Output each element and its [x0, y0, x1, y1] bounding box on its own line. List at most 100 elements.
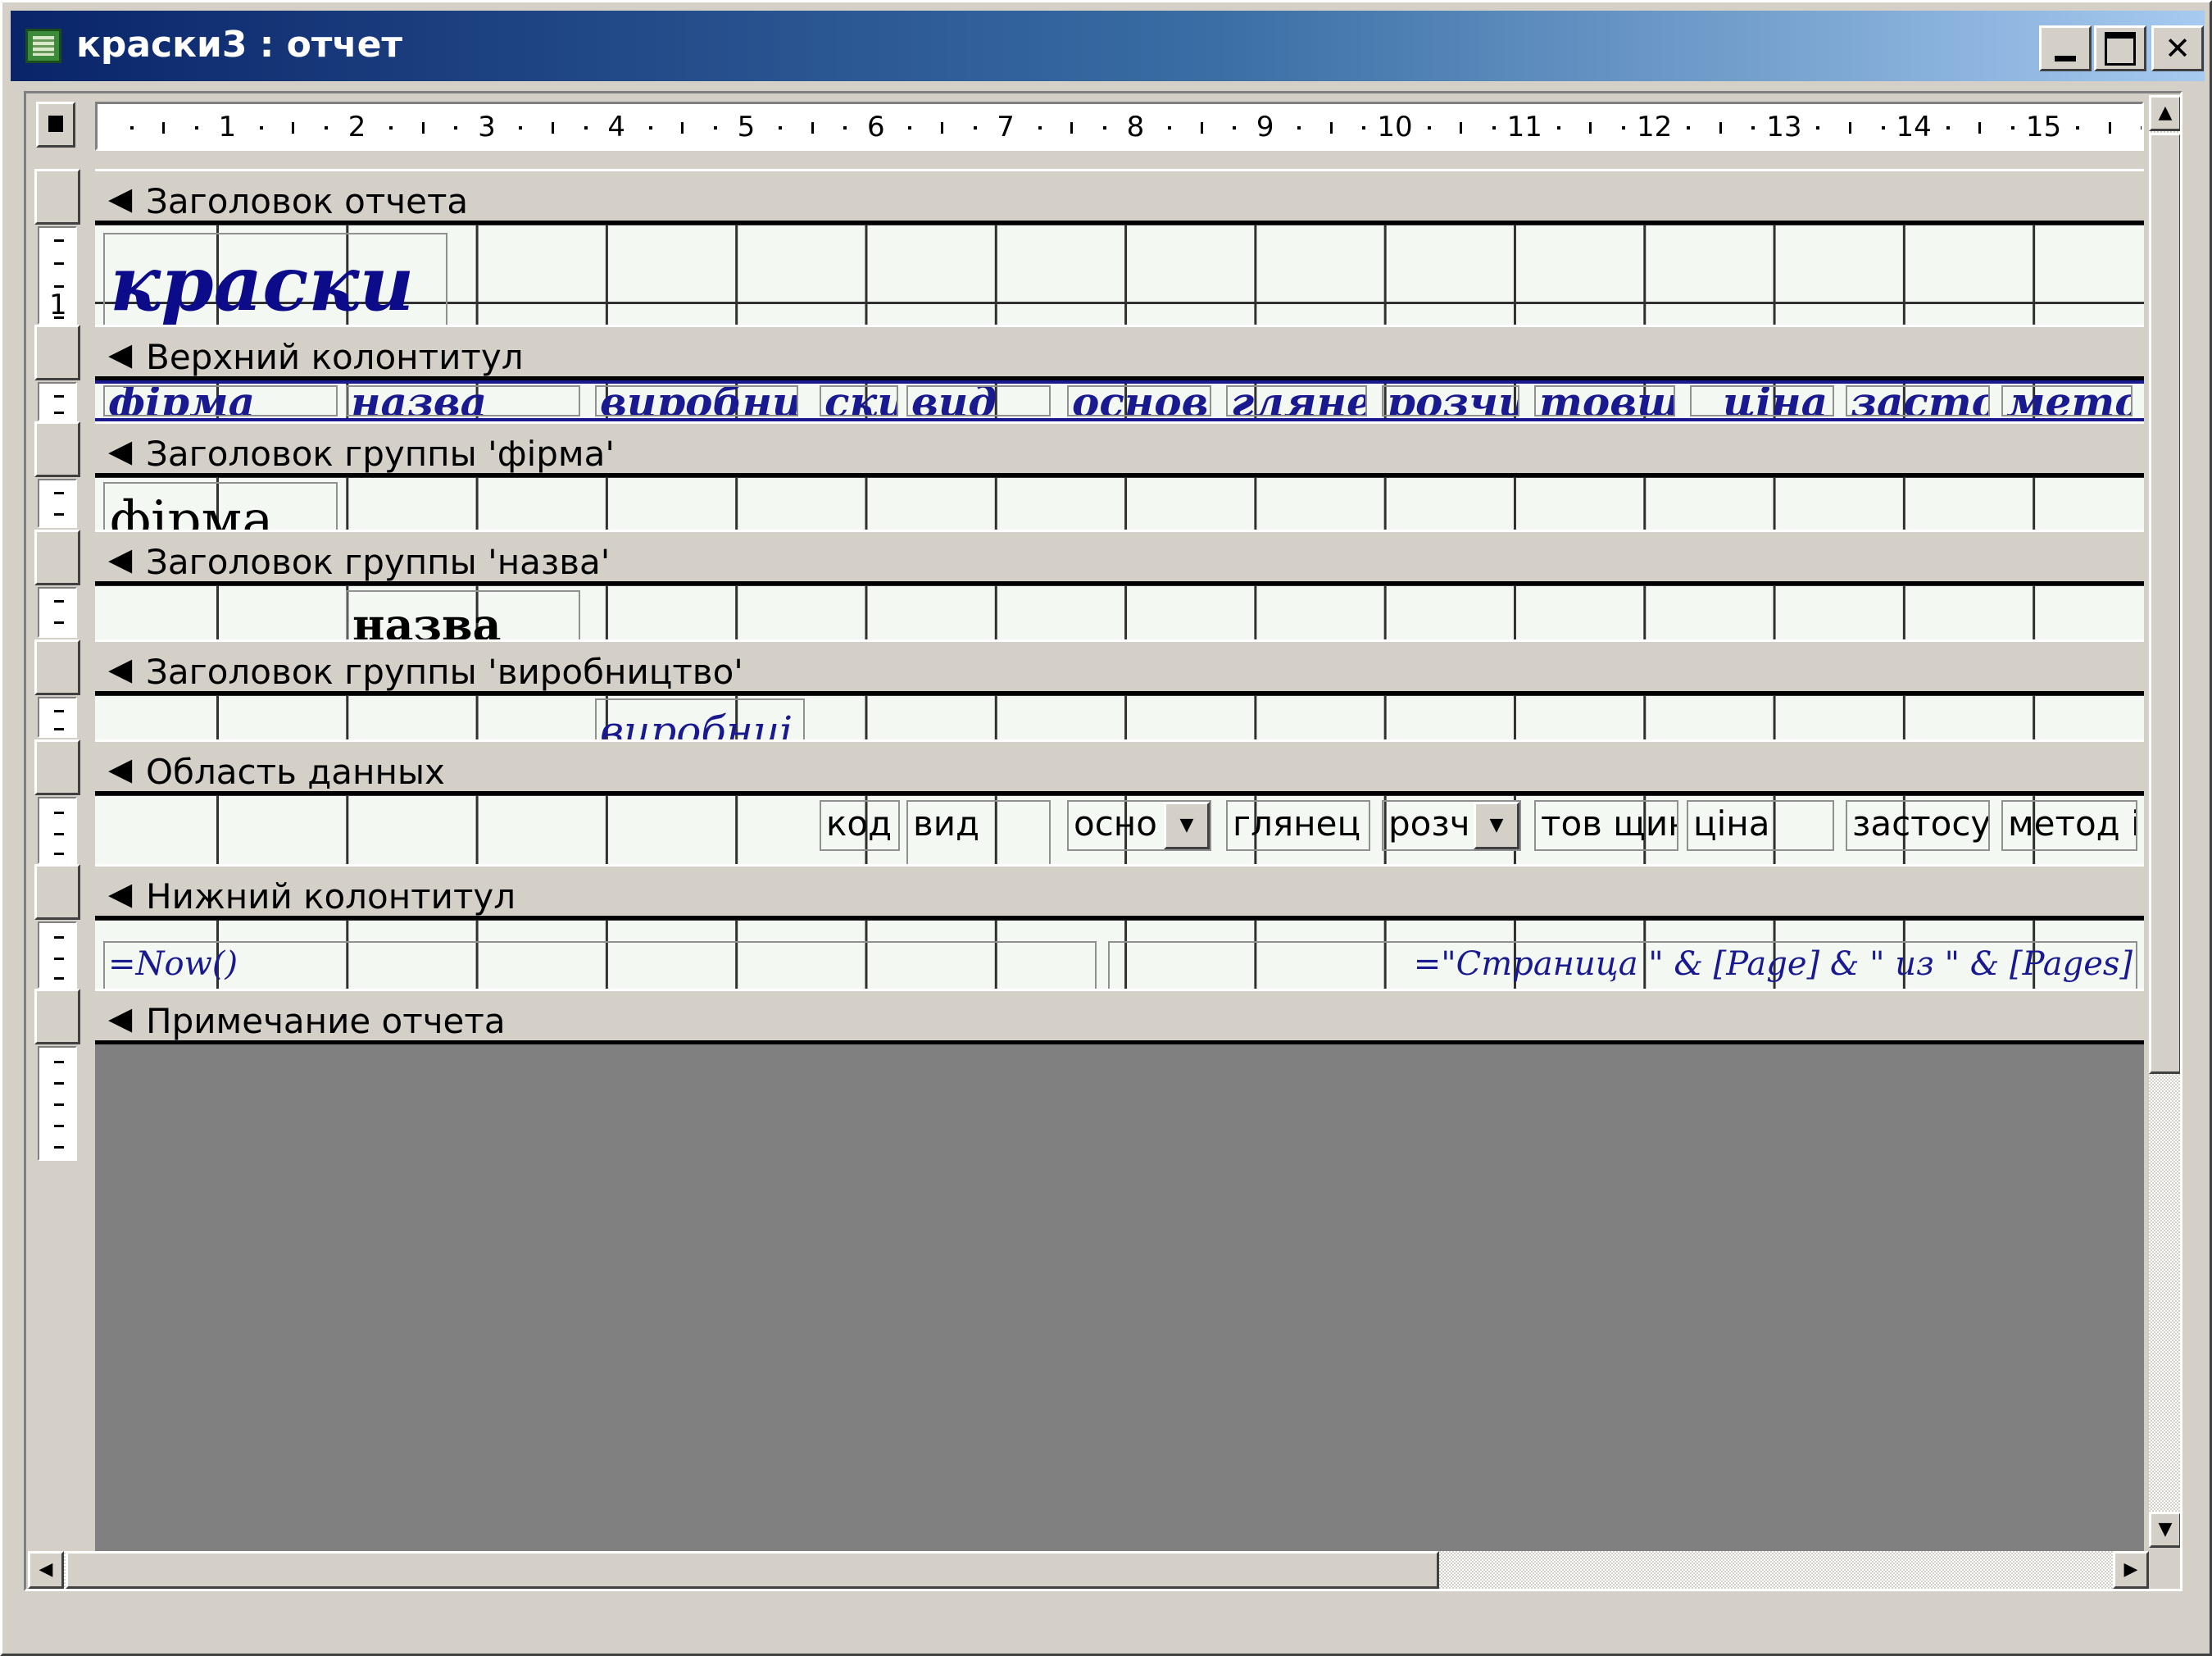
dropdown-arrow-icon[interactable]: ▼	[1474, 802, 1519, 849]
band-group-vyrobnytstvo[interactable]: ◀ Заголовок группы 'виробництво'	[95, 639, 2144, 695]
close-button[interactable]: ✕	[2151, 25, 2204, 71]
ruler-half-tick	[1200, 122, 1203, 134]
header-label-rozchynnyk[interactable]: розчи	[1382, 385, 1519, 416]
band-page-footer[interactable]: ◀ Нижний колонтитул	[95, 864, 2144, 920]
header-label-vyd[interactable]: вид	[906, 385, 1051, 416]
detail-area[interactable]: код вид осно ▼ глянец розч ▼ тов щин цін…	[95, 795, 2144, 876]
band-label: Верхний колонтитул	[146, 337, 524, 377]
band-page-header[interactable]: ◀ Верхний колонтитул	[95, 325, 2144, 380]
ruler-tick	[129, 126, 134, 130]
page-footer-area[interactable]: =Now() ="Страница " & [Page] & " из " & …	[95, 920, 2144, 990]
report-selector[interactable]	[36, 102, 75, 148]
section-selector-detail[interactable]	[34, 739, 80, 795]
field-zastosuvannya[interactable]: застосу	[1846, 800, 1990, 851]
vertical-scrollbar[interactable]: ▲ ▼	[2149, 95, 2180, 1548]
header-label-firma[interactable]: фірма	[103, 385, 338, 416]
ruler-half-tick	[1460, 122, 1463, 134]
band-report-footer[interactable]: ◀ Примечание отчета	[95, 989, 2144, 1044]
page-number-expression-field[interactable]: ="Страница " & [Page] & " из " & [Pages]	[1108, 941, 2137, 990]
vertical-scroll-thumb[interactable]	[2149, 133, 2180, 1074]
now-expression-field[interactable]: =Now()	[103, 941, 1097, 990]
ruler-number: 5	[737, 111, 756, 143]
header-label-kod[interactable]: ски	[820, 385, 898, 416]
band-group-firma[interactable]: ◀ Заголовок группы 'фірма'	[95, 421, 2144, 477]
header-label-tsina[interactable]: ціна	[1690, 385, 1834, 416]
field-tovshchyna[interactable]: тов щин	[1534, 800, 1678, 851]
ruler-number: 15	[2025, 111, 2062, 143]
field-metod[interactable]: метод і	[2001, 800, 2137, 851]
ruler-tick	[194, 126, 198, 130]
ruler-tick	[1622, 126, 1626, 130]
combo-rozchynnyk[interactable]: розч ▼	[1382, 800, 1521, 851]
header-label-osnova[interactable]: основі	[1067, 385, 1211, 416]
dropdown-arrow-icon[interactable]: ▼	[1164, 802, 1210, 849]
horizontal-ruler[interactable]: 1 2 3 4 5 6 7 8 9 10 11 12 13 14 15	[95, 102, 2144, 151]
ruler-half-tick	[1849, 122, 1852, 134]
combo-rozchynnyk-value: розч	[1388, 803, 1470, 844]
field-kod[interactable]: код	[820, 800, 900, 851]
field-glyanets[interactable]: глянец	[1226, 800, 1370, 851]
band-arrow-icon: ◀	[108, 541, 133, 577]
band-label: Примечание отчета	[146, 1001, 506, 1041]
ruler-tick	[1102, 126, 1106, 130]
horizontal-scroll-thumb[interactable]	[66, 1551, 1439, 1589]
ruler-tick	[2141, 126, 2142, 130]
ruler-number: 14	[1896, 111, 1932, 143]
scroll-left-button[interactable]: ◀	[28, 1551, 64, 1589]
field-tsina[interactable]: ціна	[1687, 800, 1834, 851]
ruler-half-tick	[292, 122, 295, 134]
maximize-button[interactable]	[2094, 25, 2146, 71]
vertical-ruler-group-nazva	[38, 587, 77, 638]
header-label-tovshchyna[interactable]: товщ	[1534, 385, 1675, 416]
header-label-metod[interactable]: мето	[2001, 385, 2133, 416]
group-vyrobnytstvo-area[interactable]: виробниі	[95, 695, 2144, 771]
section-selector-group-vyrobnytstvo[interactable]	[34, 639, 80, 695]
combo-osnova[interactable]: осно ▼	[1067, 800, 1211, 851]
ruler-number: 9	[1256, 111, 1274, 143]
section-selector-page-header[interactable]	[34, 325, 80, 380]
header-label-glyanets[interactable]: гляне.	[1226, 385, 1367, 416]
section-selector-group-firma[interactable]	[34, 421, 80, 477]
scroll-up-button[interactable]: ▲	[2149, 95, 2180, 131]
ruler-tick	[584, 126, 588, 130]
horizontal-scrollbar[interactable]: ◀ ▶	[28, 1551, 2149, 1589]
band-detail[interactable]: ◀ Область данных	[95, 739, 2144, 795]
header-label-vyrobnytstvo[interactable]: виробниі	[595, 385, 798, 416]
ruler-tick	[1492, 126, 1496, 130]
ruler-tick	[454, 126, 458, 130]
band-group-nazva[interactable]: ◀ Заголовок группы 'назва'	[95, 530, 2144, 585]
ruler-tick	[1881, 126, 1885, 130]
ruler-tick	[779, 126, 783, 130]
section-selector-group-nazva[interactable]	[34, 530, 80, 585]
band-arrow-icon: ◀	[108, 751, 133, 787]
section-selector-report-header[interactable]	[34, 169, 80, 225]
section-selector-page-footer[interactable]	[34, 864, 80, 920]
ruler-number: 12	[1636, 111, 1673, 143]
band-report-header[interactable]: ◀ Заголовок отчета	[95, 169, 2144, 225]
vertical-ruler-detail	[38, 797, 77, 864]
scroll-right-button[interactable]: ▶	[2113, 1551, 2149, 1589]
combo-osnova-value: осно	[1074, 803, 1157, 844]
scroll-down-button[interactable]: ▼	[2149, 1512, 2180, 1548]
ruler-tick	[1751, 126, 1756, 130]
ruler-half-tick	[681, 122, 684, 134]
ruler-tick	[1297, 126, 1301, 130]
ruler-tick	[1362, 126, 1366, 130]
header-label-zastosuvannya[interactable]: засто	[1846, 385, 1990, 416]
group-nazva-area[interactable]: назва	[95, 585, 2144, 669]
ruler-number: 6	[866, 111, 885, 143]
band-label: Нижний колонтитул	[146, 876, 516, 917]
header-label-nazva[interactable]: назва	[346, 385, 580, 416]
ruler-tick	[2076, 126, 2080, 130]
section-selector-report-footer[interactable]	[34, 989, 80, 1044]
report-header-area[interactable]: краски	[95, 225, 2144, 341]
header-top-line[interactable]	[95, 380, 2144, 384]
ruler-number: 3	[478, 111, 496, 143]
minimize-button[interactable]	[2039, 25, 2092, 71]
ruler-number: 10	[1377, 111, 1413, 143]
title-bar[interactable]: краски3 : отчет ✕	[11, 11, 2205, 81]
group-firma-area[interactable]: фірма	[95, 477, 2144, 569]
ruler-number: 11	[1506, 111, 1542, 143]
ruler-half-tick	[1719, 122, 1722, 134]
page-header-area[interactable]: фірма назва виробниі ски вид основі глян…	[95, 380, 2144, 421]
